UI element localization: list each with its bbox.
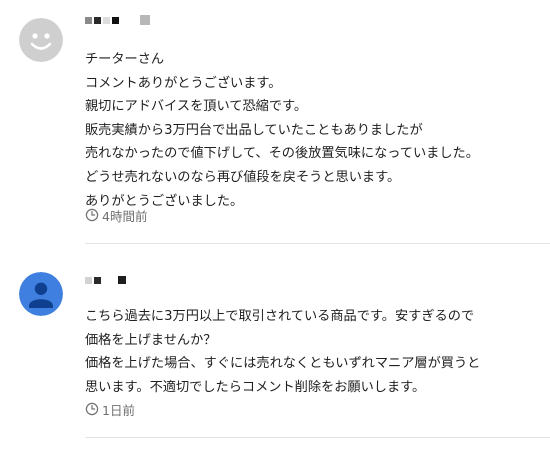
author-name-masked[interactable] (85, 272, 126, 288)
clock-icon (85, 402, 99, 416)
comment-time-label: 1日前 (102, 402, 135, 418)
comment-time: 4時間前 (85, 207, 148, 224)
avatar[interactable] (19, 18, 63, 62)
comment-time: 1日前 (85, 401, 135, 418)
comment-item: チーターさん コメントありがとうございます。 親切にアドバイスを頂いて恐縮です。… (0, 0, 550, 245)
divider (85, 243, 550, 244)
person-avatar-icon (19, 272, 63, 316)
comment-text: チーターさん コメントありがとうございます。 親切にアドバイスを頂いて恐縮です。… (85, 52, 479, 209)
comment-item: こちら過去に3万円以上で取引されている商品です。安すぎるので 価格を上げませんか… (0, 245, 550, 472)
divider (85, 437, 550, 438)
comment-text: こちら過去に3万円以上で取引されている商品です。安すぎるので 価格を上げませんか… (85, 309, 481, 395)
clock-icon (85, 208, 99, 222)
comment-time-label: 4時間前 (102, 208, 148, 224)
author-name-masked[interactable] (85, 12, 150, 28)
avatar[interactable] (19, 272, 63, 316)
smiley-face-avatar-icon (19, 18, 63, 62)
